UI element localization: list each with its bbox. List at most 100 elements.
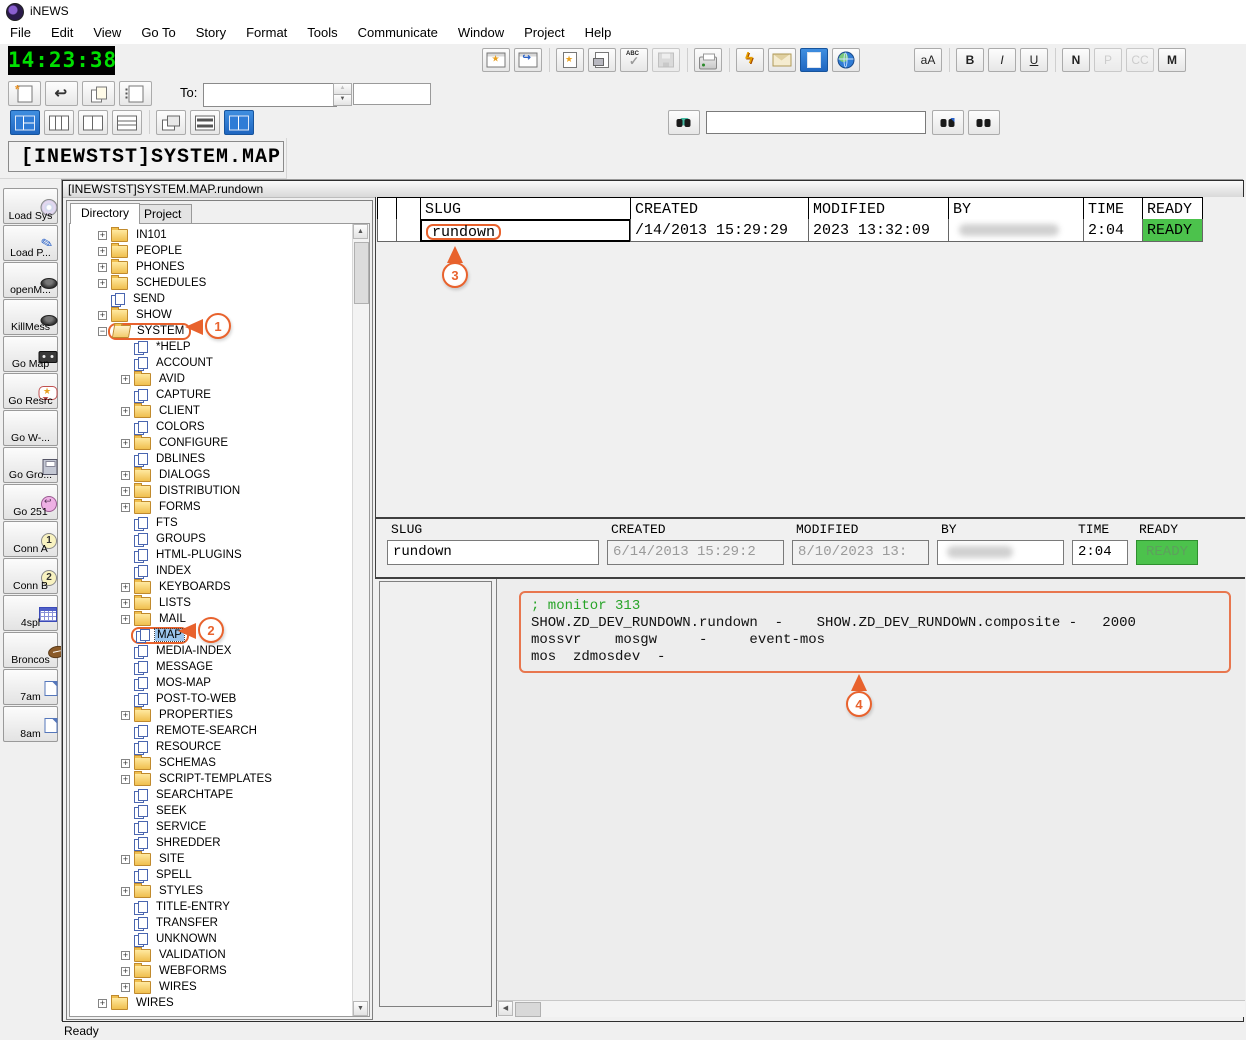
row-selector-cell[interactable] [377, 219, 397, 242]
sidebar-go-251-button[interactable]: Go 251 [3, 484, 58, 520]
tree-item-schemas[interactable]: +SCHEMAS [80, 755, 353, 771]
tree-item-account[interactable]: ACCOUNT [80, 355, 353, 371]
menu-story[interactable]: Story [186, 22, 236, 44]
cell-modified[interactable]: 2023 13:32:09 [808, 219, 949, 242]
expand-icon[interactable]: + [121, 887, 130, 896]
print-preview-button[interactable] [588, 48, 616, 72]
expand-icon[interactable]: + [121, 967, 130, 976]
layout-split-button[interactable] [78, 110, 108, 135]
expand-icon[interactable]: + [121, 951, 130, 960]
page-properties-button[interactable] [119, 81, 152, 106]
tree-item-validation[interactable]: +VALIDATION [80, 947, 353, 963]
sidebar-go-map-button[interactable]: Go Map [3, 336, 58, 372]
tree-item-media-index[interactable]: MEDIA-INDEX [80, 643, 353, 659]
destination-field[interactable] [353, 83, 431, 105]
format-n-button[interactable]: N [1062, 48, 1090, 72]
find-button[interactable] [968, 110, 1000, 135]
tree-item-lists[interactable]: +LISTS [80, 595, 353, 611]
open-window-button[interactable] [514, 48, 542, 72]
tree-item-unknown[interactable]: UNKNOWN [80, 931, 353, 947]
tree-item-groups[interactable]: GROUPS [80, 531, 353, 547]
expand-icon[interactable]: + [121, 375, 130, 384]
form-time-field[interactable]: 2:04 [1072, 540, 1128, 565]
layout-main-button[interactable] [10, 110, 40, 135]
menu-format[interactable]: Format [236, 22, 297, 44]
tree-item-in101[interactable]: +IN101 [80, 227, 353, 243]
format-cc-button[interactable]: CC [1126, 48, 1154, 72]
cell-ready[interactable]: READY [1142, 219, 1203, 242]
cell-created[interactable]: /14/2013 15:29:29 [630, 219, 809, 242]
sidebar-killmess-button[interactable]: KillMess [3, 299, 58, 335]
tree-item-phones[interactable]: +PHONES [80, 259, 353, 275]
tree-item-forms[interactable]: +FORMS [80, 499, 353, 515]
tree-item-colors[interactable]: COLORS [80, 419, 353, 435]
tree-item-spell[interactable]: SPELL [80, 867, 353, 883]
sidebar-conn-a-button[interactable]: 1Conn A [3, 521, 58, 557]
menu-view[interactable]: View [83, 22, 131, 44]
format-aa-button[interactable]: aA [914, 48, 942, 72]
layout-rows-button[interactable] [112, 110, 142, 135]
tab-directory[interactable]: Directory [70, 203, 140, 224]
monitor-config-text[interactable]: ; monitor 313SHOW.ZD_DEV_RUNDOWN.rundown… [519, 591, 1231, 673]
format-m-button[interactable]: M [1158, 48, 1186, 72]
sidebar-broncos-button[interactable]: Broncos [3, 632, 58, 668]
mail-button[interactable] [768, 48, 796, 72]
tree-item-shredder[interactable]: SHREDDER [80, 835, 353, 851]
tree-item-post-to-web[interactable]: POST-TO-WEB [80, 691, 353, 707]
tree-item-styles[interactable]: +STYLES [80, 883, 353, 899]
expand-icon[interactable]: + [121, 759, 130, 768]
sidebar-go-w-button[interactable]: Go W-... [3, 410, 58, 446]
menu-file[interactable]: File [0, 22, 41, 44]
tree-item-fts[interactable]: FTS [80, 515, 353, 531]
editor-hscrollbar[interactable]: ◀ [497, 1000, 1245, 1017]
menu-help[interactable]: Help [575, 22, 622, 44]
tree-item-site[interactable]: +SITE [80, 851, 353, 867]
expand-icon[interactable]: + [98, 279, 107, 288]
story-editor-pane[interactable]: ; monitor 313SHOW.ZD_DEV_RUNDOWN.rundown… [496, 579, 1245, 1017]
expand-icon[interactable]: + [121, 983, 130, 992]
sidebar-go-gro-button[interactable]: Go Gro... [3, 447, 58, 483]
expand-icon[interactable]: + [121, 615, 130, 624]
tree-item-capture[interactable]: CAPTURE [80, 387, 353, 403]
tree-item-html-plugins[interactable]: HTML-PLUGINS [80, 547, 353, 563]
expand-icon[interactable]: + [121, 775, 130, 784]
tree-item-remote-search[interactable]: REMOTE-SEARCH [80, 723, 353, 739]
sidebar-go-resrc-button[interactable]: Go Resrc [3, 373, 58, 409]
sidebar-8am-button[interactable]: 8am [3, 706, 58, 742]
menu-project[interactable]: Project [514, 22, 574, 44]
tree-item-dialogs[interactable]: +DIALOGS [80, 467, 353, 483]
expand-icon[interactable]: + [98, 999, 107, 1008]
format-p-button[interactable]: P [1094, 48, 1122, 72]
tree-item-transfer[interactable]: TRANSFER [80, 915, 353, 931]
expand-icon[interactable]: + [98, 231, 107, 240]
tree-item-wires[interactable]: +WIRES [80, 979, 353, 995]
tree-item-help[interactable]: *HELP [80, 339, 353, 355]
expand-icon[interactable]: + [121, 583, 130, 592]
scroll-up-icon[interactable]: ▲ [353, 224, 368, 239]
format-b-button[interactable]: B [956, 48, 984, 72]
menu-go-to[interactable]: Go To [131, 22, 185, 44]
tree-item-schedules[interactable]: +SCHEDULES [80, 275, 353, 291]
menu-communicate[interactable]: Communicate [348, 22, 448, 44]
copy-pages-button[interactable] [82, 81, 115, 106]
cell-by[interactable] [948, 219, 1084, 242]
spellcheck-button[interactable] [620, 48, 648, 72]
tab-project[interactable]: Project [133, 204, 192, 224]
web-search-button[interactable] [668, 110, 700, 135]
tree-item-dblines[interactable]: DBLINES [80, 451, 353, 467]
expand-icon[interactable]: + [121, 407, 130, 416]
expand-icon[interactable]: + [98, 311, 107, 320]
reply-button[interactable] [45, 81, 78, 106]
new-story-button[interactable] [556, 48, 584, 72]
scrollbar-thumb[interactable] [354, 242, 369, 304]
scroll-left-icon[interactable]: ◀ [498, 1001, 513, 1016]
format-i-button[interactable]: I [988, 48, 1016, 72]
tree-item-send[interactable]: SEND [80, 291, 353, 307]
sidebar-openm-button[interactable]: openM... [3, 262, 58, 298]
tile-rows-button[interactable] [190, 110, 220, 135]
story-panel-button[interactable] [800, 48, 828, 72]
sidebar-load-sys-button[interactable]: Load Sys [3, 188, 58, 224]
tree-item-webforms[interactable]: +WEBFORMS [80, 963, 353, 979]
sidebar-load-p-button[interactable]: Load P... [3, 225, 58, 261]
layout-columns-button[interactable] [44, 110, 74, 135]
